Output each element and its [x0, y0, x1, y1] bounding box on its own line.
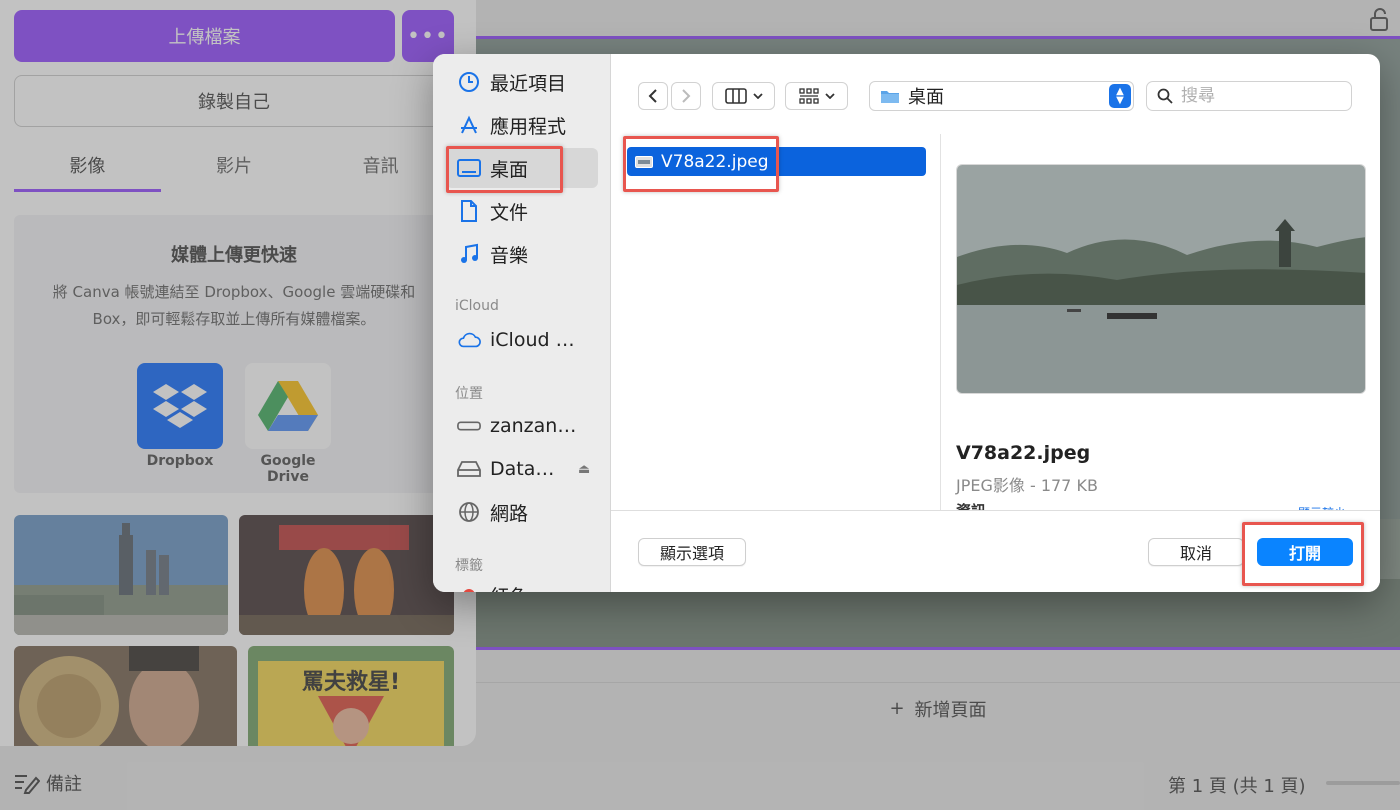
- sidebar-item-label: 音樂: [490, 244, 529, 267]
- sidebar-item-network[interactable]: 網路: [446, 492, 598, 532]
- sidebar-item-computer[interactable]: zanzan…: [446, 406, 598, 446]
- show-options-button[interactable]: 顯示選項: [638, 538, 746, 566]
- apps-icon: [457, 114, 481, 136]
- drive-icon: [457, 420, 481, 432]
- search-input[interactable]: [1181, 86, 1331, 106]
- clock-icon: [457, 71, 481, 93]
- music-icon: [457, 243, 481, 265]
- group-by-button[interactable]: [785, 82, 848, 110]
- file-row-selected[interactable]: V78a22.jpeg: [627, 147, 926, 176]
- globe-icon: [457, 501, 481, 523]
- eject-icon[interactable]: ⏏: [578, 462, 590, 477]
- file-open-dialog: 最近項目 應用程式 桌面 文件 音樂 iCloud iCloud … 位置 za…: [433, 54, 1380, 592]
- sidebar-item-label: 桌面: [490, 158, 529, 181]
- sidebar-item-label: 最近項目: [490, 72, 567, 95]
- sidebar-item-desktop[interactable]: 桌面: [446, 148, 598, 188]
- image-preview: [956, 164, 1366, 394]
- sidebar-item-recents[interactable]: 最近項目: [446, 62, 598, 102]
- chevron-down-icon: [824, 93, 835, 99]
- sidebar-section-locations: 位置: [455, 386, 483, 402]
- sidebar-item-label: 紅色: [490, 582, 528, 593]
- sidebar-item-documents[interactable]: 文件: [446, 191, 598, 231]
- chevron-left-icon: [648, 89, 657, 103]
- back-button[interactable]: [638, 82, 668, 110]
- sidebar-item-label: 應用程式: [490, 115, 567, 138]
- cloud-icon: [457, 331, 481, 349]
- sidebar-item-applications[interactable]: 應用程式: [446, 105, 598, 145]
- sidebar-item-tag-red[interactable]: 紅色: [446, 575, 598, 592]
- view-mode-button[interactable]: [712, 82, 775, 110]
- preview-file-meta: JPEG影像 - 177 KB: [956, 476, 1098, 495]
- sidebar-item-label: Data…: [490, 458, 555, 480]
- preview-info-heading: 資訊: [956, 500, 986, 510]
- sidebar-item-music[interactable]: 音樂: [446, 234, 598, 274]
- finder-sidebar: 最近項目 應用程式 桌面 文件 音樂 iCloud iCloud … 位置 za…: [433, 54, 611, 592]
- document-icon: [457, 200, 481, 222]
- disk-icon: [457, 460, 481, 478]
- search-field[interactable]: [1146, 81, 1352, 111]
- chevron-down-icon: [752, 93, 763, 99]
- sidebar-item-label: iCloud …: [490, 329, 575, 351]
- grid-group-icon: [798, 88, 819, 104]
- sidebar-item-data-volume[interactable]: Data… ⏏: [446, 449, 598, 489]
- preview-pane: V78a22.jpeg JPEG影像 - 177 KB 資訊 顯示較少: [940, 134, 1380, 510]
- location-stepper-icon: ▲ ▼: [1109, 84, 1131, 108]
- folder-icon: [881, 91, 899, 103]
- chevron-right-icon: [682, 89, 691, 103]
- sidebar-item-label: 文件: [490, 201, 529, 224]
- file-list: V78a22.jpeg: [611, 134, 940, 510]
- search-icon: [1157, 88, 1173, 104]
- sidebar-item-label: 網路: [490, 502, 529, 525]
- location-popup[interactable]: 桌面 ▲ ▼: [869, 81, 1134, 111]
- forward-button[interactable]: [671, 82, 701, 110]
- sidebar-section-icloud: iCloud: [455, 298, 499, 314]
- open-button[interactable]: 打開: [1257, 538, 1353, 566]
- sidebar-item-icloud-drive[interactable]: iCloud …: [446, 320, 598, 360]
- desktop-icon: [457, 158, 481, 178]
- image-file-icon: [635, 155, 653, 168]
- sidebar-section-tags: 標籤: [455, 558, 483, 574]
- dialog-toolbar: 桌面 ▲ ▼: [611, 54, 1380, 134]
- columns-view-icon: [724, 88, 747, 104]
- cancel-button[interactable]: 取消: [1148, 538, 1244, 566]
- dialog-footer: 顯示選項 取消 打開: [611, 510, 1380, 592]
- file-name: V78a22.jpeg: [661, 151, 769, 172]
- location-label: 桌面: [908, 87, 944, 108]
- sidebar-item-label: zanzan…: [490, 415, 577, 437]
- preview-file-name: V78a22.jpeg: [956, 442, 1091, 464]
- tag-dot-icon: [457, 588, 481, 592]
